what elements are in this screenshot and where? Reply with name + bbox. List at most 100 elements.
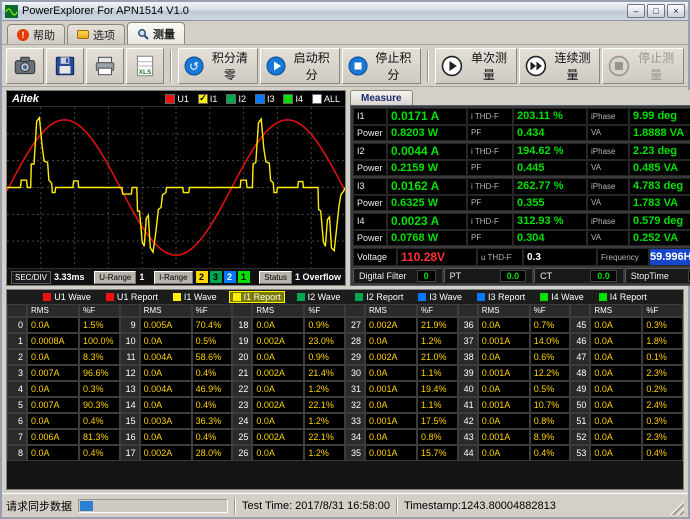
harmonic-number: 4 (7, 381, 27, 397)
harmonic-number: 24 (232, 413, 252, 429)
harmonic-pct: 0.3% (642, 317, 683, 333)
harmonic-number: 34 (345, 429, 365, 445)
harmonic-rms: 0.007A (27, 365, 79, 381)
phase-value: 9.99 deg (629, 108, 690, 125)
thd-label: i THD-F (467, 108, 513, 125)
stop-measure-icon (608, 54, 630, 78)
harmonic-rms: 0.002A (365, 349, 417, 365)
harmonics-legend-i4-report[interactable]: I4 Report (596, 292, 650, 302)
harmonic-rms: 0.004A (140, 349, 192, 365)
resize-grip[interactable] (670, 501, 684, 515)
continuous-measure-button[interactable]: 连续测量 (519, 48, 601, 84)
harmonic-number: 41 (458, 397, 478, 413)
uthd-label: u THD-F (477, 248, 523, 266)
app-window: PowerExplorer For APN1514 V1.0 – □ × ! 帮… (0, 0, 690, 519)
harmonics-legend-i2-report[interactable]: I2 Report (352, 292, 406, 302)
harmonic-number: 50 (570, 397, 590, 413)
harmonics-legend-i3-wave[interactable]: I3 Wave (415, 292, 465, 302)
power-label: Power (353, 195, 387, 212)
screenshot-button[interactable] (6, 48, 44, 84)
setting-value: 0 (417, 270, 436, 282)
u1-checkbox[interactable] (165, 94, 175, 104)
measure-panel: Measure I10.0171 Ai THD-F203.11 %iPhase9… (350, 90, 690, 286)
channel-current-value: 0.0044 A (387, 143, 467, 160)
close-button[interactable]: × (667, 4, 685, 18)
i4-checkbox[interactable] (283, 94, 293, 104)
i3-checkbox[interactable] (255, 94, 265, 104)
harmonic-number: 28 (345, 333, 365, 349)
harmonic-number: 21 (232, 365, 252, 381)
irange-label[interactable]: I-Range (154, 271, 192, 284)
col-header-rms: RMS (252, 304, 304, 317)
harmonic-pct: 1.1% (417, 365, 458, 381)
brand-logo: Aitek (12, 93, 39, 105)
harmonic-rms: 0.0A (27, 317, 79, 333)
va-label: VA (587, 195, 629, 212)
scope-legend-u1[interactable]: U1 (165, 94, 189, 104)
stop-integral-label: 停止积分 (372, 49, 416, 83)
harmonics-legend-u1-wave[interactable]: U1 Wave (40, 292, 94, 302)
setting-ct[interactable]: CT0.0 (534, 268, 623, 283)
setting-pt[interactable]: PT0.0 (444, 268, 533, 283)
tab-options[interactable]: 选项 (67, 24, 125, 44)
col-header-rms: RMS (27, 304, 79, 317)
harmonic-pct: 14.0% (530, 333, 571, 349)
single-measure-button[interactable]: 单次测量 (435, 48, 517, 84)
phase-label: iPhase (587, 143, 629, 160)
export-excel-button[interactable]: XLS (126, 48, 164, 84)
phase-label: iPhase (587, 178, 629, 195)
measure-tab[interactable]: Measure (350, 90, 413, 105)
i2-checkbox[interactable] (226, 94, 236, 104)
minimize-button[interactable]: – (627, 4, 645, 18)
scope-legend-i4[interactable]: I4 (283, 94, 303, 104)
power-value: 0.6325 W (387, 195, 467, 212)
harmonic-number: 31 (345, 381, 365, 397)
harmonic-pct: 81.3% (79, 429, 120, 445)
tab-help[interactable]: ! 帮助 (7, 24, 65, 44)
va-label: VA (587, 230, 629, 247)
setting-digital-filter[interactable]: Digital Filter0 (353, 268, 442, 283)
maximize-button[interactable]: □ (647, 4, 665, 18)
phase-value: 4.783 deg (629, 178, 690, 195)
i4-report-color-box (599, 293, 607, 301)
scope-legend-all[interactable]: ALL (312, 94, 340, 104)
harmonics-legend-u1-report[interactable]: U1 Report (103, 292, 161, 302)
legend-label: I3 Wave (429, 292, 462, 302)
harmonic-pct: 19.4% (417, 381, 458, 397)
harmonics-legend-i1-wave[interactable]: I1 Wave (170, 292, 220, 302)
start-integral-button[interactable]: 启动积分 (260, 48, 340, 84)
setting-stoptime[interactable]: StopTime0 (625, 268, 690, 283)
harmonics-legend-i2-wave[interactable]: I2 Wave (294, 292, 344, 302)
all-checkbox[interactable] (312, 94, 322, 104)
tab-measure[interactable]: 测量 (127, 22, 185, 44)
harmonics-legend-i1-report[interactable]: I1 Report (229, 291, 285, 303)
print-button[interactable] (86, 48, 124, 84)
save-button[interactable] (46, 48, 84, 84)
harmonic-number: 20 (232, 349, 252, 365)
harmonics-legend-i4-wave[interactable]: I4 Wave (537, 292, 587, 302)
harmonic-pct: 2.4% (642, 397, 683, 413)
scope-legend-i1[interactable]: ✓I1 (198, 94, 218, 104)
legend-label: I1 (210, 94, 218, 104)
integral-clear-label: 积分清零 (208, 49, 252, 83)
scope-legend-i2[interactable]: I2 (226, 94, 246, 104)
stop-measure-button[interactable]: 停止测量 (602, 48, 684, 84)
harmonic-rms: 0.001A (365, 413, 417, 429)
integral-clear-button[interactable]: ↺ 积分清零 (178, 48, 258, 84)
col-header-num (7, 304, 27, 317)
harmonic-pct: 21.9% (417, 317, 458, 333)
thd-value: 312.93 % (513, 213, 587, 230)
col-header-rms: RMS (590, 304, 642, 317)
urange-label[interactable]: U-Range (94, 271, 136, 284)
statusbar-separator (396, 498, 398, 514)
scope-legend-i3[interactable]: I3 (255, 94, 275, 104)
harmonics-legend-i3-report[interactable]: I3 Report (474, 292, 528, 302)
phase-value: 0.579 deg (629, 213, 690, 230)
pf-value: 0.355 (513, 195, 587, 212)
harmonic-rms: 0.0A (365, 333, 417, 349)
harmonic-pct: 1.1% (417, 397, 458, 413)
harmonic-number: 7 (7, 429, 27, 445)
single-measure-icon (441, 54, 463, 78)
stop-integral-button[interactable]: 停止积分 (342, 48, 422, 84)
i1-checkbox[interactable]: ✓ (198, 94, 208, 104)
